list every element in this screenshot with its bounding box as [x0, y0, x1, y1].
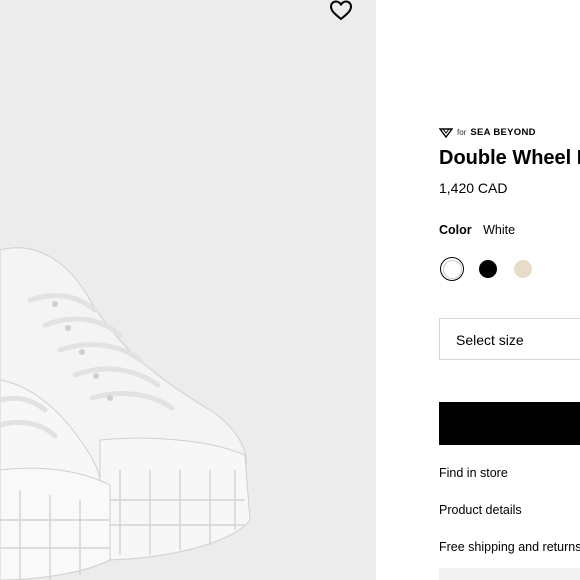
product-price: 1,420 CAD [439, 180, 508, 196]
size-select[interactable]: Select size [439, 318, 580, 360]
product-image [0, 0, 376, 580]
color-label: Color [439, 223, 472, 237]
shoe-illustration [0, 247, 251, 580]
product-details-link[interactable]: Product details [439, 503, 522, 517]
find-in-store-link[interactable]: Find in store [439, 466, 508, 480]
shipping-returns-link[interactable]: Free shipping and returns [439, 540, 580, 554]
color-selector-label: Color White [439, 223, 515, 237]
selected-color: White [483, 223, 516, 237]
sea-beyond-logo-icon [439, 127, 453, 138]
color-swatch-white[interactable] [440, 257, 464, 281]
product-info-panel: for SEA BEYOND Double Wheel F 1,420 CAD … [439, 0, 580, 580]
brand-name: SEA BEYOND [470, 127, 536, 138]
color-swatch-black[interactable] [479, 260, 497, 278]
product-title: Double Wheel F [439, 147, 580, 169]
wishlist-heart-icon[interactable] [329, 0, 353, 22]
color-swatch-cream[interactable] [514, 260, 532, 278]
bottom-panel [439, 568, 580, 580]
brand-badge: for SEA BEYOND [439, 127, 536, 138]
brand-prefix: for [457, 128, 467, 137]
add-to-bag-button[interactable] [439, 402, 580, 445]
